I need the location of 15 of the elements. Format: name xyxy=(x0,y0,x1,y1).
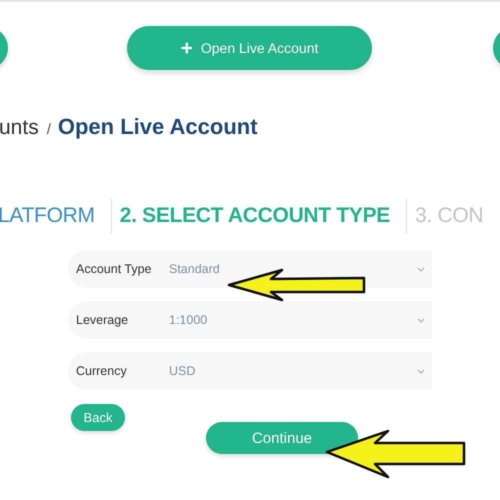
chevron-down-icon xyxy=(417,318,425,322)
chevron-down-icon xyxy=(417,266,425,272)
arrow-icon xyxy=(227,268,367,302)
chevron-down-icon xyxy=(417,368,425,374)
select-field[interactable]: Currency USD xyxy=(68,352,432,390)
continue-button[interactable]: Continue xyxy=(206,422,358,454)
breadcrumb-separator: / xyxy=(46,121,51,138)
open-live-account-button[interactable]: + Open Live Account xyxy=(127,26,372,70)
back-button[interactable]: Back xyxy=(71,404,125,431)
breadcrumb-link[interactable]: unts xyxy=(0,116,39,140)
page-title: Open Live Account xyxy=(58,114,258,140)
arrow-icon xyxy=(325,429,467,479)
step-tab[interactable]: LATFORM xyxy=(0,204,95,228)
select-field[interactable]: Leverage 1:1000 xyxy=(68,301,432,339)
step-tab[interactable]: 2. SELECT ACCOUNT TYPE xyxy=(120,204,390,228)
